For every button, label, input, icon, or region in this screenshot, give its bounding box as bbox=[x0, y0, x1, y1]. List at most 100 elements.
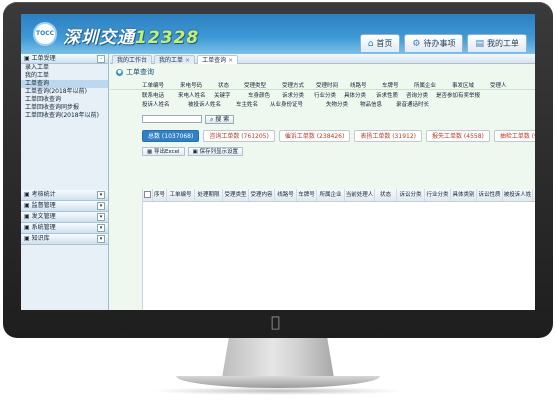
stat-total-button[interactable]: 总数 (1037068) bbox=[142, 130, 200, 142]
column-header[interactable]: 当前处理人 bbox=[345, 189, 375, 201]
column-header[interactable]: 行业分类 bbox=[425, 189, 451, 201]
column-header[interactable]: 所属企业 bbox=[317, 189, 345, 201]
column-header[interactable]: 具体类别 bbox=[451, 189, 477, 201]
filter-label[interactable]: 联系电话 bbox=[142, 91, 178, 99]
home-button[interactable]: ⌂ 首页 bbox=[359, 34, 401, 52]
stat-button[interactable]: 表扬工单数 (31912) bbox=[354, 130, 422, 142]
tab-order-query[interactable]: 工单查询 × bbox=[197, 55, 239, 64]
expand-icon[interactable]: ▾ bbox=[97, 235, 105, 243]
logo-icon: TOCC bbox=[33, 22, 57, 46]
filter-label[interactable]: 车主姓名 bbox=[236, 100, 270, 108]
stat-button[interactable]: 催诉工单数 (238426) bbox=[278, 130, 351, 142]
search-icon: ⌕ bbox=[210, 115, 214, 123]
filter-label[interactable]: 受理方式 bbox=[282, 81, 316, 89]
column-header[interactable]: 诉讼分类 bbox=[397, 189, 425, 201]
filter-label[interactable]: 事发区域 bbox=[452, 81, 490, 89]
sidebar-item-recall-sync[interactable]: 工单回收查询同步报 bbox=[21, 104, 108, 112]
filter-label[interactable]: 来电号码 bbox=[180, 81, 218, 89]
filter-label[interactable]: 线路号 bbox=[350, 81, 382, 89]
logo-small-text: TOCC bbox=[36, 30, 54, 37]
stat-button[interactable]: 咨询工单数 (761205) bbox=[203, 130, 275, 142]
search-bar: ⌕ 搜 索 bbox=[142, 114, 535, 124]
filter-label[interactable]: 车牌号 bbox=[382, 81, 414, 89]
screen: TOCC 深圳交通12328 ⌂ 首页 ⚙ 待办事项 ▤ 我的工单 ▣ 工单受理 - … bbox=[21, 14, 535, 310]
sidebar-section-stats[interactable]: ▣ 考核统计 ▾ bbox=[21, 190, 108, 201]
stat-button[interactable]: 抽检工单数 (967) bbox=[493, 130, 535, 142]
expand-icon[interactable]: ▾ bbox=[97, 224, 105, 232]
expand-icon[interactable]: ▾ bbox=[97, 191, 105, 199]
main-content: 我的工作台 我的工单 × 工单查询 × ● 工单查询 工单编号 来电号码 状态 受理类型受… bbox=[110, 54, 535, 310]
column-header[interactable]: 受理类型 bbox=[223, 189, 249, 201]
filter-label[interactable]: 被投诉人姓名 bbox=[188, 100, 236, 108]
sidebar-section-system[interactable]: ▣ 系统管理 ▾ bbox=[21, 223, 108, 234]
save-icon: ▣ bbox=[192, 149, 198, 155]
document-icon: ▤ bbox=[475, 38, 484, 49]
filter-label[interactable]: 录音通话时长 bbox=[396, 100, 456, 108]
stat-button[interactable]: 报失工单数 (4558) bbox=[426, 130, 490, 142]
sidebar-section-supervision[interactable]: ▣ 监督管理 ▾ bbox=[21, 201, 108, 212]
column-header[interactable]: 工单编号 bbox=[167, 189, 195, 201]
sidebar-item-order-query-2018[interactable]: 工单查询(2018年以前) bbox=[21, 88, 108, 96]
tab-workbench[interactable]: 我的工作台 bbox=[112, 55, 153, 64]
sidebar-bottom-sections: ▣ 考核统计 ▾ ▣ 监督管理 ▾ ▣ 发文管理 ▾ ▣ 系统管理 ▾ ▣ 知识库 ▾ bbox=[21, 190, 108, 245]
export-excel-button[interactable]: ▦ 导出Excel bbox=[142, 147, 185, 156]
sidebar-item-order-query[interactable]: 工单查询 bbox=[21, 80, 108, 88]
export-label: 导出Excel bbox=[153, 149, 180, 155]
filter-label[interactable]: 车身颜色 bbox=[248, 91, 282, 99]
home-icon: ⌂ bbox=[367, 38, 374, 49]
filter-label[interactable]: 是否参加有奖举报 bbox=[436, 91, 496, 99]
filter-label[interactable]: 行业分类 bbox=[314, 91, 344, 99]
column-header[interactable]: 状态 bbox=[375, 189, 397, 201]
checkbox-icon bbox=[144, 191, 151, 198]
my-orders-button[interactable]: ▤ 我的工单 bbox=[467, 34, 527, 52]
sidebar-section-documents[interactable]: ▣ 发文管理 ▾ bbox=[21, 212, 108, 223]
folder-icon: ▣ bbox=[24, 235, 30, 242]
expand-icon[interactable]: ▾ bbox=[97, 202, 105, 210]
filter-label[interactable]: 诉求性质 bbox=[376, 91, 406, 99]
todo-button[interactable]: ⚙ 待办事项 bbox=[404, 34, 464, 52]
filter-label[interactable]: 从业身份证号 bbox=[270, 100, 326, 108]
column-header[interactable]: 受理内容 bbox=[249, 189, 275, 201]
expand-icon[interactable]: ▾ bbox=[97, 213, 105, 221]
filter-label[interactable]: 状态 bbox=[218, 81, 244, 89]
sidebar-section-order-handling[interactable]: ▣ 工单受理 - bbox=[21, 54, 108, 64]
save-columns-label: 保存列显示设置 bbox=[199, 149, 238, 155]
select-all-checkbox[interactable] bbox=[143, 189, 153, 201]
sidebar-item-my-orders[interactable]: 我的工单 bbox=[21, 72, 108, 80]
filter-label[interactable]: 物品信息 bbox=[360, 100, 396, 108]
filter-label[interactable]: 工单编号 bbox=[142, 81, 180, 89]
column-header[interactable]: 序号 bbox=[153, 189, 167, 201]
column-header[interactable]: 线路号 bbox=[275, 189, 297, 201]
column-header[interactable]: 诉讼性质 bbox=[477, 189, 503, 201]
search-input[interactable] bbox=[142, 115, 202, 123]
filter-label[interactable]: 诉求分类 bbox=[282, 91, 314, 99]
section-title: 考核统计 bbox=[31, 191, 56, 198]
sidebar-item-recall-query[interactable]: 工单回收查询 bbox=[21, 96, 108, 104]
sidebar-item-recall-query-2018[interactable]: 工单回收查询(2018年以前) bbox=[21, 112, 108, 120]
filter-label[interactable]: 具体分类 bbox=[344, 91, 376, 99]
filter-label[interactable]: 受理时间 bbox=[316, 81, 350, 89]
save-columns-button[interactable]: ▣ 保存列显示设置 bbox=[187, 147, 243, 156]
filter-label[interactable]: 投诉人姓名 bbox=[142, 100, 188, 108]
close-icon[interactable]: × bbox=[185, 57, 190, 64]
search-button[interactable]: ⌕ 搜 索 bbox=[205, 114, 235, 124]
collapse-icon[interactable]: - bbox=[97, 55, 105, 63]
todo-label: 待办事项 bbox=[423, 38, 456, 48]
filter-label[interactable]: 受理类型 bbox=[244, 81, 282, 89]
folder-icon: ▣ bbox=[24, 202, 30, 209]
column-header[interactable]: 被投诉人姓 bbox=[503, 189, 533, 201]
sidebar-item-new-order[interactable]: 录入工单 bbox=[21, 64, 108, 72]
filter-label[interactable]: 来电人姓名 bbox=[178, 91, 214, 99]
column-header[interactable]: 车牌号 bbox=[297, 189, 317, 201]
tab-my-orders[interactable]: 我的工单 × bbox=[154, 55, 196, 64]
filter-row-2: 联系电话 来电人姓名 关键字 车身颜色 诉求分类 行业分类 具体分类 诉求性质 咨询分类 是否参加… bbox=[110, 90, 535, 99]
filter-label[interactable]: 咨询分类 bbox=[406, 91, 436, 99]
sidebar-section-knowledge[interactable]: ▣ 知识库 ▾ bbox=[21, 234, 108, 245]
top-nav: ⌂ 首页 ⚙ 待办事项 ▤ 我的工单 bbox=[359, 34, 527, 52]
close-icon[interactable]: × bbox=[228, 57, 233, 64]
filter-label[interactable]: 所属企业 bbox=[414, 81, 452, 89]
column-header[interactable]: 处理期限 bbox=[195, 189, 223, 201]
filter-label[interactable]: 关键字 bbox=[214, 91, 248, 99]
filter-label[interactable]: 受理人 bbox=[490, 81, 520, 89]
filter-label[interactable]: 失物分类 bbox=[326, 100, 360, 108]
